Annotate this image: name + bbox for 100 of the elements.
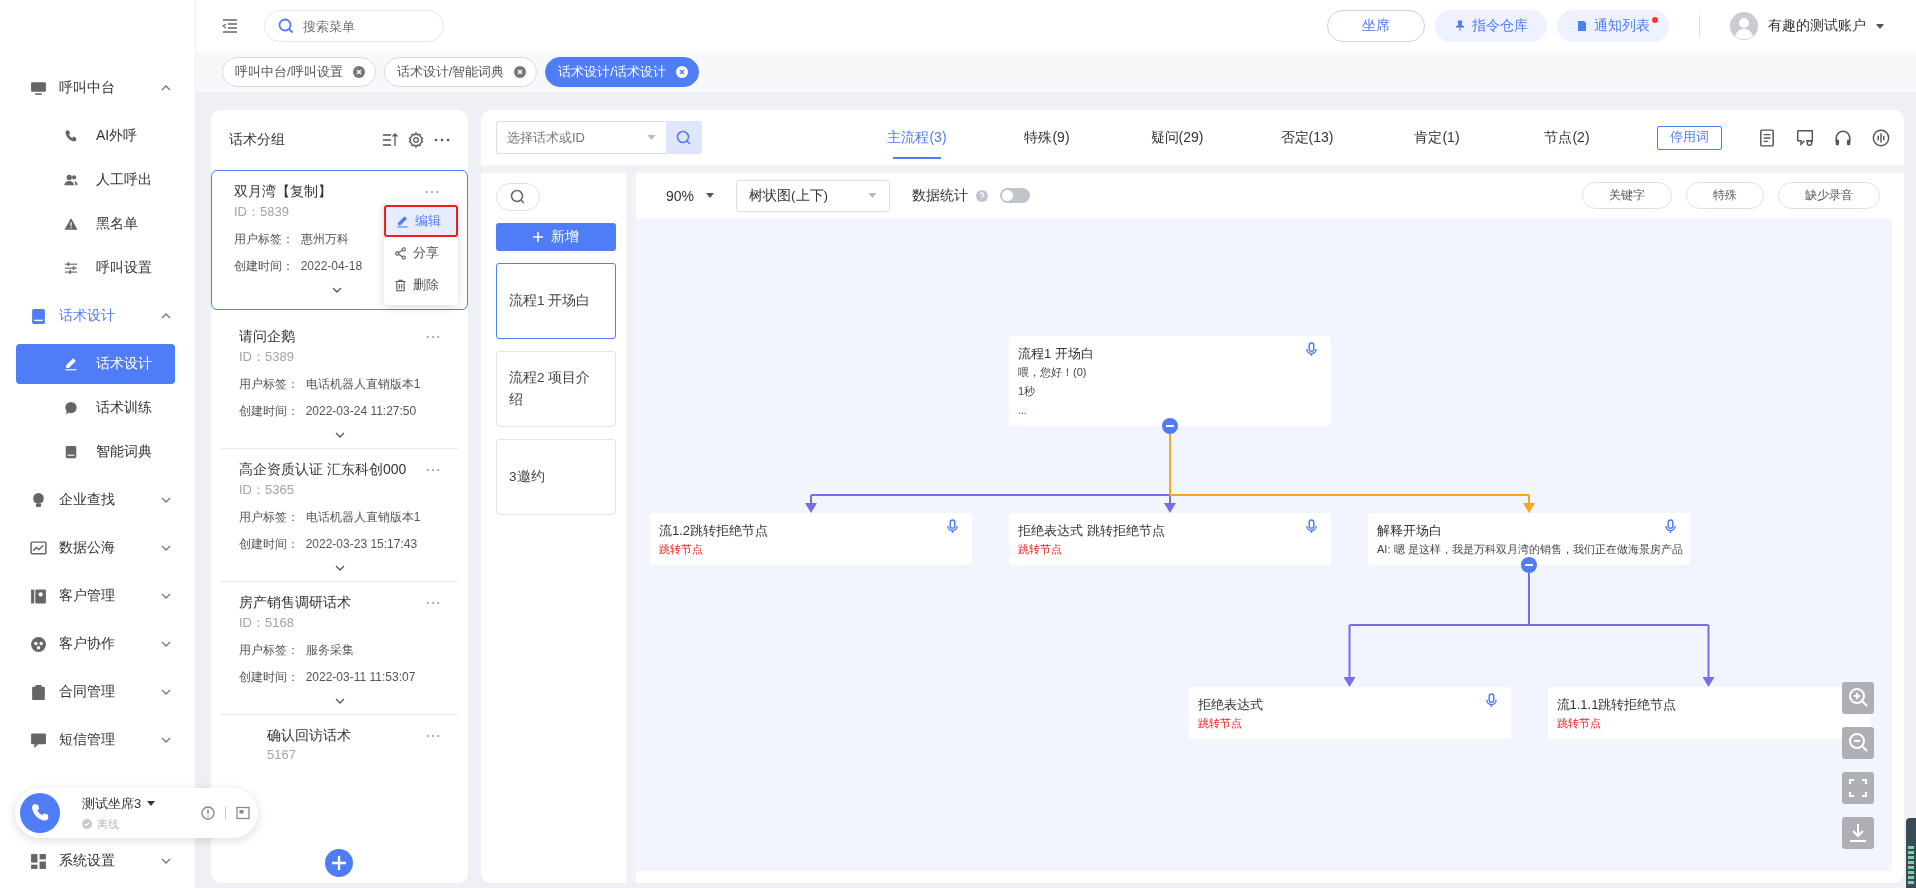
sidebar-item[interactable]: 话术设计 bbox=[16, 344, 175, 384]
sidebar-group[interactable]: 数据公海 bbox=[0, 524, 195, 572]
microphone-icon[interactable] bbox=[947, 519, 958, 534]
flow-tab[interactable]: 节点(2) bbox=[1502, 110, 1632, 165]
collapse-icon[interactable] bbox=[1162, 418, 1178, 434]
page-tab[interactable]: 呼叫中台/呼叫设置 bbox=[222, 57, 376, 87]
flow-tab[interactable]: 否定(13) bbox=[1242, 110, 1372, 165]
fullscreen-icon[interactable] bbox=[1842, 772, 1874, 804]
flow-node[interactable]: 流程1 开场白 喂，您好！(0) 1秒 ... bbox=[1009, 336, 1331, 426]
flow-tab[interactable]: 主流程(3) bbox=[852, 110, 982, 165]
flow-item[interactable]: 流程1 开场白 bbox=[496, 263, 616, 339]
add-flow-button[interactable]: 新增 bbox=[496, 223, 616, 251]
sort-icon[interactable] bbox=[382, 132, 398, 148]
plus-icon bbox=[533, 232, 543, 242]
info-icon[interactable] bbox=[201, 806, 215, 820]
expand-icon[interactable] bbox=[334, 698, 345, 704]
chevron-up-icon bbox=[161, 313, 171, 319]
user-name[interactable]: 有趣的测试账户 bbox=[1768, 17, 1866, 35]
expand-icon[interactable] bbox=[334, 565, 345, 571]
sidebar-item[interactable]: 智能词典 bbox=[16, 432, 175, 472]
sidebar-group[interactable]: 系统设置 bbox=[0, 842, 195, 880]
sidebar-group[interactable]: 客户管理 bbox=[0, 572, 195, 620]
flow-node[interactable]: 拒绝表达式 跳转节点 bbox=[1188, 687, 1511, 739]
phone-button[interactable] bbox=[20, 793, 60, 833]
sidebar-group[interactable]: 客户协作 bbox=[0, 620, 195, 668]
sidebar-item[interactable]: AI外呼 bbox=[16, 116, 175, 156]
microphone-icon[interactable] bbox=[1306, 519, 1317, 534]
script-card[interactable]: 房产销售调研话术 ID：5168 用户标签： 服务采集 创建时间： 2022-03-11 11:53:07 bbox=[221, 582, 458, 715]
zoom-out-icon[interactable] bbox=[1842, 727, 1874, 759]
script-select[interactable]: 选择话术或ID bbox=[496, 121, 666, 154]
menu-item[interactable]: 分享 bbox=[384, 237, 458, 269]
sidebar-item[interactable]: 黑名单 bbox=[16, 204, 175, 244]
zoom-select[interactable]: 90% bbox=[666, 187, 715, 204]
search-button[interactable] bbox=[666, 121, 702, 154]
add-button[interactable] bbox=[325, 849, 353, 877]
menu-item[interactable]: 删除 bbox=[384, 269, 458, 301]
audio-wave-icon[interactable] bbox=[1872, 128, 1890, 147]
stopwords-button[interactable]: 停用词 bbox=[1657, 125, 1722, 150]
menu-icon[interactable] bbox=[222, 19, 238, 33]
toolbar-button[interactable]: 指令仓库 bbox=[1435, 10, 1547, 42]
contact-icon bbox=[30, 587, 47, 605]
microphone-icon[interactable] bbox=[1485, 693, 1497, 708]
sidebar-group[interactable]: 企业查找 bbox=[0, 476, 195, 524]
layout-select[interactable]: 树状图(上下) bbox=[736, 179, 891, 212]
filter-button[interactable]: 关键字 bbox=[1582, 182, 1672, 209]
user-tag: 用户标签： 电话机器人直销版本1 bbox=[239, 376, 421, 393]
sidebar-group[interactable]: 合同管理 bbox=[0, 668, 195, 716]
users-icon bbox=[64, 173, 78, 187]
headphones-icon[interactable] bbox=[1834, 128, 1852, 147]
flow-item[interactable]: 流程2 项目介绍 bbox=[496, 351, 616, 427]
flow-node[interactable]: 拒绝表达式 跳转拒绝节点 跳转节点 bbox=[1009, 513, 1331, 565]
flow-tab[interactable]: 特殊(9) bbox=[982, 110, 1112, 165]
collapse-icon[interactable] bbox=[1521, 557, 1537, 573]
sidebar-item[interactable]: 呼叫设置 bbox=[16, 248, 175, 288]
page-tab[interactable]: 话术设计/智能词典 bbox=[383, 57, 538, 87]
flow-node[interactable]: 流1.2跳转拒绝节点 跳转节点 bbox=[650, 513, 972, 565]
created-time: 创建时间： 2022-04-18 bbox=[234, 258, 363, 275]
search-field[interactable]: 搜索菜单 bbox=[264, 10, 444, 42]
filter-button[interactable]: 缺少录音 bbox=[1778, 182, 1880, 209]
document-icon[interactable] bbox=[1758, 128, 1776, 147]
sidebar-group[interactable]: 话术设计 bbox=[0, 292, 195, 340]
script-name: 高企资质认证 汇东科创000 bbox=[239, 461, 408, 479]
team-icon bbox=[30, 635, 47, 653]
pen-icon bbox=[64, 357, 78, 371]
search-button[interactable] bbox=[496, 183, 540, 211]
expand-icon[interactable] bbox=[334, 432, 345, 438]
page-tab[interactable]: 话术设计/话术设计 bbox=[545, 57, 699, 87]
sidebar-item[interactable]: 人工呼出 bbox=[16, 160, 175, 200]
script-card[interactable]: 确认回访话术 5167 bbox=[221, 715, 458, 848]
toolbar-button[interactable]: 通知列表 bbox=[1557, 10, 1669, 42]
created-time: 创建时间： 2022-03-23 15:17:43 bbox=[239, 536, 418, 553]
zoom-in-icon[interactable] bbox=[1842, 682, 1874, 714]
close-icon[interactable] bbox=[352, 66, 365, 78]
close-icon[interactable] bbox=[675, 66, 688, 78]
seat-name[interactable]: 测试坐席3 bbox=[82, 794, 191, 813]
seat-button[interactable]: 坐席 bbox=[1327, 10, 1425, 42]
script-card[interactable]: 高企资质认证 汇东科创000 ID：5365 用户标签： 电话机器人直销版本1 创建时间： 2022-03-23 15:17:43 bbox=[221, 449, 458, 582]
stats-toggle[interactable] bbox=[1000, 188, 1031, 203]
flow-tab[interactable]: 疑问(29) bbox=[1112, 110, 1242, 165]
flow-tab[interactable]: 肯定(1) bbox=[1372, 110, 1502, 165]
sliders-icon bbox=[64, 261, 78, 275]
more-icon[interactable] bbox=[434, 138, 450, 142]
sidebar-group[interactable]: 短信管理 bbox=[0, 716, 195, 764]
script-id: ID：5389 bbox=[239, 348, 294, 366]
window-icon[interactable] bbox=[236, 806, 250, 820]
expand-icon[interactable] bbox=[331, 287, 342, 293]
microphone-icon[interactable] bbox=[1306, 342, 1317, 357]
download-icon[interactable] bbox=[1842, 817, 1874, 849]
flow-item[interactable]: 3邀约 bbox=[496, 439, 616, 515]
message-settings-icon[interactable] bbox=[1796, 128, 1814, 147]
filter-button[interactable]: 特殊 bbox=[1686, 182, 1764, 209]
flow-node[interactable]: 解释开场白 AI: 嗯 是这样，我是万科双月湾的销售，我们正在做海景房产品 bbox=[1368, 513, 1690, 565]
sidebar-group[interactable]: 呼叫中台 bbox=[0, 64, 195, 112]
sidebar-item[interactable]: 话术训练 bbox=[16, 388, 175, 428]
microphone-icon[interactable] bbox=[1665, 519, 1676, 534]
flow-node[interactable]: 流1.1.1跳转拒绝节点 跳转节点 bbox=[1547, 687, 1870, 739]
close-icon[interactable] bbox=[514, 66, 527, 78]
script-card[interactable]: 双月湾【复制】 ID：5839 用户标签： 惠州万科 创建时间： 2022-04-18 编辑 分享 删除 bbox=[211, 170, 468, 310]
script-card[interactable]: 请问企鹅 ID：5389 用户标签： 电话机器人直销版本1 创建时间： 2022-03-24 11:27:50 bbox=[221, 316, 458, 449]
settings-icon[interactable] bbox=[408, 132, 424, 148]
